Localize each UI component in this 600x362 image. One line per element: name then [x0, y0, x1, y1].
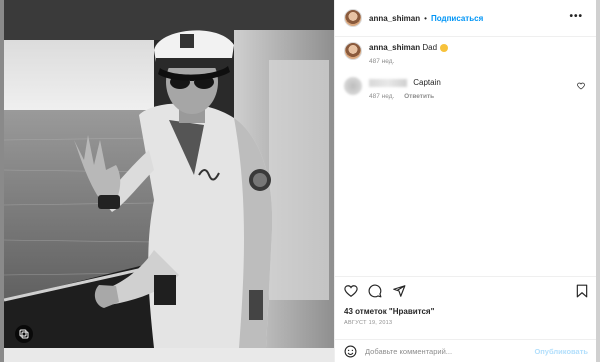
caption-comment: anna_shiman Dad 487 нед.: [344, 42, 589, 65]
comment-time: 487 нед.: [369, 93, 395, 100]
post-photo[interactable]: [4, 0, 334, 348]
post-header: anna_shiman • Подписаться •••: [335, 0, 597, 37]
commenter-username-blurred[interactable]: [369, 78, 407, 87]
post-date: АВГУСТ 19, 2013: [344, 320, 393, 326]
comment-item: Captain 487 нед. Ответить: [344, 77, 589, 100]
caption-text: Dad: [422, 43, 438, 52]
bookmark-icon[interactable]: [576, 284, 588, 298]
share-icon[interactable]: [392, 284, 406, 298]
follow-button[interactable]: Подписаться: [431, 14, 483, 23]
post-details-panel: anna_shiman • Подписаться ••• anna_shima…: [334, 0, 600, 362]
instagram-post-viewer: anna_shiman • Подписаться ••• anna_shima…: [0, 0, 600, 362]
add-comment-bar: Добавьте комментарий... Опубликовать: [335, 339, 597, 362]
post-username[interactable]: anna_shiman: [369, 14, 420, 23]
reply-button[interactable]: Ответить: [404, 93, 434, 100]
emoji-icon: [440, 43, 449, 52]
caption-username[interactable]: anna_shiman: [369, 43, 420, 52]
photo-image: [4, 0, 334, 348]
avatar[interactable]: [344, 9, 362, 27]
photo-bottom-strip: [4, 348, 334, 362]
comment-input[interactable]: Добавьте комментарий...: [365, 347, 534, 356]
more-options-icon[interactable]: •••: [569, 11, 583, 22]
likes-count[interactable]: 43 отметок "Нравится": [344, 307, 434, 316]
commenter-avatar-blurred[interactable]: [344, 77, 362, 95]
window-right-edge: [596, 0, 600, 362]
publish-button[interactable]: Опубликовать: [534, 347, 588, 356]
emoji-picker-icon[interactable]: [344, 345, 357, 358]
comment-like-heart-icon[interactable]: [577, 82, 585, 90]
caption-time: 487 нед.: [369, 58, 395, 65]
separator-dot: •: [424, 13, 427, 23]
heart-icon[interactable]: [344, 284, 358, 298]
carousel-icon: [15, 325, 33, 343]
post-actions-section: 43 отметок "Нравится" АВГУСТ 19, 2013 До…: [335, 276, 597, 362]
action-bar: [344, 284, 406, 298]
caption-avatar[interactable]: [344, 42, 362, 60]
comment-text: Captain: [413, 78, 441, 87]
comment-icon[interactable]: [368, 284, 382, 298]
